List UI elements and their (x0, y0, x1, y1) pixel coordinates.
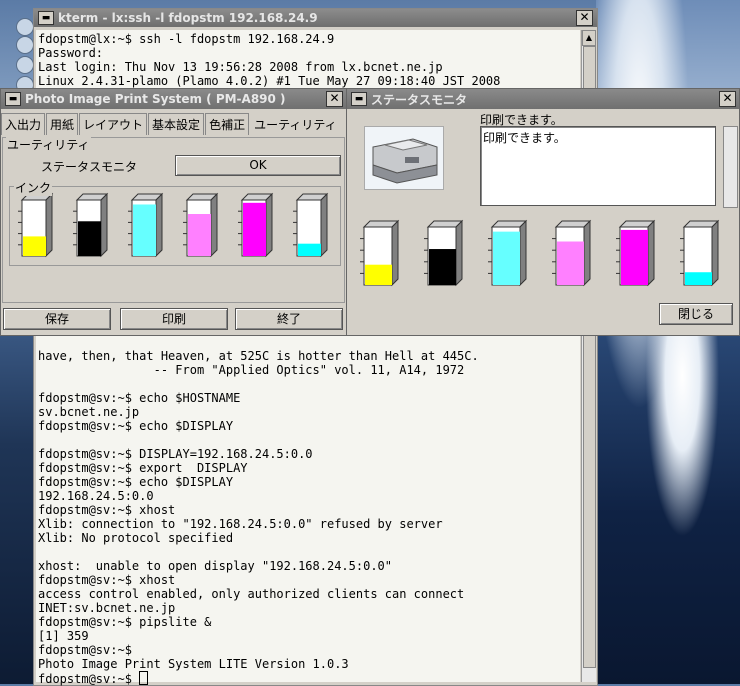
ink-level-magenta (621, 229, 648, 285)
print-system-titlebar[interactable]: ▬ Photo Image Print System ( PM-A890 ) ✕ (1, 89, 346, 109)
app-icon[interactable] (16, 56, 34, 74)
tab-bar: 入出力 用紙 レイアウト 基本設定 色補正 ユーティリティ (1, 113, 346, 135)
status-monitor-label: ステータスモニタ (41, 160, 138, 174)
print-system-title: Photo Image Print System ( PM-A890 ) (25, 92, 286, 106)
ink-tank-light-magenta (183, 192, 219, 258)
ink-level-light-magenta (557, 241, 584, 285)
close-icon[interactable]: ✕ (719, 91, 736, 107)
ink-level-black (78, 221, 101, 256)
status-monitor-window[interactable]: ▬ ステータスモニタ ✕ 印刷できます。 印刷できます。 閉じる (346, 88, 740, 336)
bottom-button-row: 保存 印刷 終了 (3, 308, 343, 330)
terminal-text-top: fdopstm@lx:~$ ssh -l fdopstm 192.168.24.… (38, 32, 501, 88)
ink-level-light-magenta (188, 214, 211, 256)
message-textarea[interactable]: 印刷できます。 (480, 126, 716, 206)
window-menu-icon[interactable]: ▬ (351, 92, 367, 106)
print-system-window[interactable]: ▬ Photo Image Print System ( PM-A890 ) ✕… (0, 88, 347, 336)
terminal-title: kterm - lx:ssh -l fdopstm 192.168.24.9 (58, 11, 318, 25)
ink-tank-cyan (128, 192, 164, 258)
ink-level-light-cyan (298, 243, 321, 256)
ink-tank-light-magenta (552, 219, 592, 287)
window-menu-icon[interactable]: ▬ (38, 11, 54, 25)
ink-tank-black (73, 192, 109, 258)
save-button[interactable]: 保存 (3, 308, 111, 330)
utility-panel: ユーティリティ ステータスモニタ OK インク (2, 136, 345, 303)
ink-level-yellow (23, 236, 46, 256)
ink-tank-light-cyan (293, 192, 329, 258)
ink-tank-light-cyan (680, 219, 720, 287)
ink-tank-magenta (238, 192, 274, 258)
ink-tank-cyan (488, 219, 528, 287)
ink-level-yellow (365, 264, 392, 285)
utility-group-label: ユーティリティ (6, 136, 91, 153)
status-monitor-title: ステータスモニタ (371, 92, 468, 107)
tab-utility[interactable]: ユーティリティ (250, 113, 341, 135)
tab-io[interactable]: 入出力 (1, 113, 46, 135)
ink-tank-yellow (360, 219, 400, 287)
tab-basic-settings[interactable]: 基本設定 (148, 113, 205, 135)
ink-tank-yellow (18, 192, 54, 258)
exit-button[interactable]: 終了 (235, 308, 343, 330)
scroll-up-icon[interactable]: ▲ (582, 30, 596, 46)
ink-level-cyan (493, 231, 520, 285)
tab-layout[interactable]: レイアウト (79, 113, 148, 135)
ink-levels-small (18, 192, 329, 258)
status-monitor-titlebar[interactable]: ▬ ステータスモニタ ✕ (347, 89, 739, 109)
ink-level-light-cyan (685, 272, 712, 285)
printer-icon (364, 126, 444, 190)
ink-tank-magenta (616, 219, 656, 287)
ink-tank-black (424, 219, 464, 287)
terminal-titlebar[interactable]: ▬ kterm - lx:ssh -l fdopstm 192.168.24.9 (34, 9, 597, 27)
close-icon[interactable]: ✕ (576, 10, 593, 26)
app-icon[interactable] (16, 36, 34, 54)
message-scrollbar[interactable] (723, 126, 738, 208)
tab-color-correction[interactable]: 色補正 (205, 113, 250, 135)
terminal-cursor (139, 671, 149, 685)
print-button[interactable]: 印刷 (120, 308, 228, 330)
close-icon[interactable]: ✕ (326, 91, 343, 107)
ink-levels-large (360, 219, 720, 287)
terminal-text-bottom: have, then, that Heaven, at 525C is hott… (38, 349, 479, 686)
ink-level-black (429, 249, 456, 285)
app-icon[interactable] (16, 18, 34, 36)
window-menu-icon[interactable]: ▬ (5, 92, 21, 106)
ink-group-label: インク (14, 179, 53, 196)
close-button[interactable]: 閉じる (659, 303, 733, 325)
ink-group: インク (9, 179, 341, 266)
ink-level-cyan (133, 204, 156, 256)
ok-button[interactable]: OK (175, 155, 341, 176)
tab-paper[interactable]: 用紙 (46, 113, 79, 135)
ink-level-magenta (243, 202, 266, 256)
